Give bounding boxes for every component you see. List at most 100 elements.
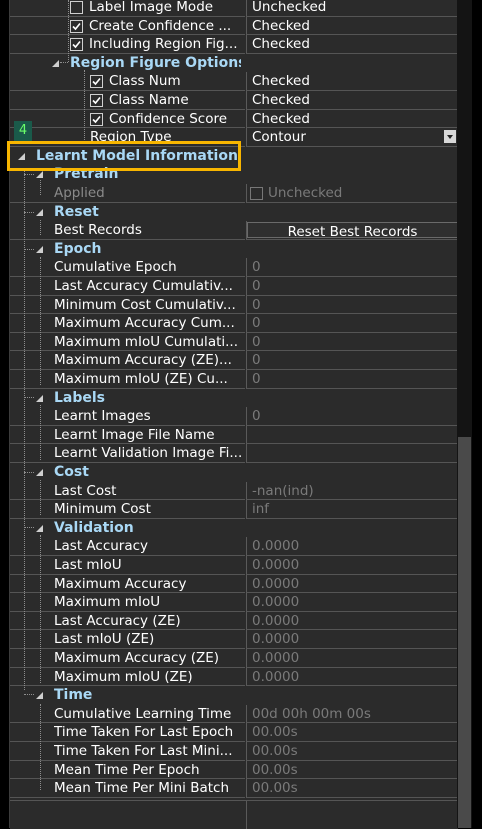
property-row[interactable]: Mean Time Per Epoch 00.00s [10, 760, 458, 780]
value-cell[interactable]: 0 [246, 295, 458, 315]
value-cell[interactable]: Unchecked [246, 0, 458, 17]
category-row[interactable]: Reset [10, 203, 458, 222]
name-cell: Mean Time Per Epoch [10, 761, 245, 780]
property-row[interactable]: Last Cost -nan(ind) [10, 481, 458, 501]
value-cell[interactable]: inf [246, 500, 458, 519]
property-grid: Label Image Mode Unchecked Create Confiden… [9, 0, 458, 829]
collapse-triangle-icon[interactable] [36, 208, 43, 216]
property-value: 0 [252, 371, 261, 387]
value-cell[interactable] [246, 425, 458, 445]
property-row[interactable]: Time Taken For Last Mini... 00.00s [10, 742, 458, 761]
value-cell[interactable]: -nan(ind) [246, 481, 458, 501]
property-row[interactable]: Cumulative Epoch 0 [10, 258, 458, 277]
collapse-triangle-icon[interactable] [36, 692, 43, 700]
value-cell[interactable]: 00.00s [246, 779, 458, 798]
value-cell[interactable]: 0.0000 [246, 556, 458, 575]
property-row[interactable]: Learnt Image File Name [10, 425, 458, 445]
property-row[interactable]: Confidence Score Checked [10, 109, 458, 129]
checkbox[interactable] [70, 19, 83, 33]
property-row[interactable]: Class Num Checked [10, 72, 458, 91]
value-cell[interactable]: Unchecked [246, 184, 458, 203]
property-row[interactable]: Applied Unchecked [10, 184, 458, 203]
checkbox[interactable] [90, 94, 103, 107]
value-cell[interactable]: 00.00s [246, 760, 458, 780]
value-cell[interactable]: 0 [246, 351, 458, 370]
value-cell[interactable]: Checked [246, 16, 458, 36]
value-cell[interactable]: 0.0000 [246, 574, 458, 594]
property-label: Last mIoU (ZE) [54, 631, 155, 648]
value-cell[interactable]: 0 [246, 258, 458, 277]
value-cell[interactable]: Checked [246, 35, 458, 54]
property-row[interactable]: Class Name Checked [10, 91, 458, 110]
property-row[interactable]: Last Accuracy 0.0000 [10, 537, 458, 556]
checkbox[interactable] [90, 75, 103, 89]
value-cell[interactable]: 0.0000 [246, 593, 458, 612]
property-row[interactable]: Last Accuracy Cumulativ... 0 [10, 277, 458, 296]
value-cell[interactable]: Reset Best Records [246, 221, 458, 240]
property-row[interactable]: Maximum Accuracy (ZE)... 0 [10, 351, 458, 370]
property-row[interactable]: Minimum Cost Cumulativ... 0 [10, 295, 458, 315]
value-cell[interactable]: Checked [246, 109, 458, 129]
value-cell[interactable]: 00.00s [246, 723, 458, 742]
property-row[interactable]: Minimum Cost inf [10, 500, 458, 519]
value-cell[interactable]: 0 [246, 277, 458, 296]
property-row[interactable]: Last mIoU (ZE) 0.0000 [10, 630, 458, 649]
value-cell[interactable] [246, 444, 458, 463]
collapse-triangle-icon[interactable] [36, 469, 43, 476]
property-row[interactable]: Last Accuracy (ZE) 0.0000 [10, 611, 458, 631]
property-row[interactable]: Maximum Accuracy 0.0000 [10, 574, 458, 594]
collapse-triangle-icon[interactable] [36, 394, 43, 402]
value-cell[interactable]: 0.0000 [246, 537, 458, 556]
property-label: Cumulative Learning Time [54, 705, 232, 722]
value-cell[interactable]: 0.0000 [246, 611, 458, 631]
property-row[interactable]: Learnt Images 0 [10, 407, 458, 426]
property-row[interactable]: Best Records Reset Best Records [10, 221, 458, 240]
property-row[interactable]: Maximum mIoU 0.0000 [10, 593, 458, 612]
value-cell[interactable]: Contour [246, 128, 458, 147]
property-row[interactable]: Last mIoU 0.0000 [10, 556, 458, 575]
value-cell[interactable]: 0.0000 [246, 649, 458, 668]
value-cell[interactable]: 0 [246, 370, 458, 389]
property-row[interactable]: Cumulative Learning Time 00d 00h 00m 00s [10, 704, 458, 724]
collapse-triangle-icon[interactable] [36, 524, 43, 532]
category-row[interactable]: Cost [10, 463, 458, 482]
property-row[interactable]: Maximum mIoU (ZE) 0.0000 [10, 667, 458, 687]
value-cell[interactable]: 00d 00h 00m 00s [246, 704, 458, 724]
value-cell[interactable]: 0 [246, 332, 458, 352]
property-row[interactable]: Maximum mIoU Cumulati... 0 [10, 332, 458, 352]
property-value: Checked [252, 73, 310, 90]
checkbox[interactable] [70, 38, 83, 52]
collapse-triangle-icon[interactable] [52, 59, 59, 67]
scrollbar-thumb[interactable] [458, 437, 471, 828]
value-cell[interactable]: 0 [246, 314, 458, 333]
value-cell[interactable]: 0 [246, 407, 458, 426]
property-row[interactable]: Create Confidence ... Checked [10, 16, 458, 36]
value-cell[interactable]: 00.00s [246, 742, 458, 761]
property-row[interactable]: Maximum Accuracy (ZE) 0.0000 [10, 649, 458, 668]
value-cell[interactable]: Checked [246, 91, 458, 110]
value-cell[interactable]: 0.0000 [246, 630, 458, 649]
collapse-triangle-icon[interactable] [36, 245, 43, 253]
checkbox[interactable] [70, 1, 83, 14]
reset-best-records-button[interactable]: Reset Best Records [247, 222, 458, 240]
category-row[interactable]: Epoch [10, 240, 458, 259]
property-row[interactable]: Maximum mIoU (ZE) Cu... 0 [10, 370, 458, 389]
checkbox[interactable] [90, 112, 103, 126]
property-row[interactable]: Learnt Validation Image Fi... [10, 444, 458, 463]
collapse-triangle-icon[interactable] [36, 171, 43, 179]
property-row[interactable]: Including Region Fig... Checked [10, 35, 458, 54]
value-cell[interactable]: 0.0000 [246, 667, 458, 687]
category-row[interactable]: Region Figure Options [10, 54, 458, 73]
property-row[interactable]: Maximum Accuracy Cum... 0 [10, 314, 458, 333]
property-row[interactable]: Time Taken For Last Epoch 00.00s [10, 723, 458, 742]
name-cell: Minimum Cost [10, 500, 245, 519]
name-cell: Region Figure Options [10, 54, 245, 73]
category-row[interactable]: Time [10, 686, 458, 705]
property-row[interactable]: Mean Time Per Mini Batch 00.00s [10, 779, 458, 798]
property-label: Cumulative Epoch [54, 259, 177, 276]
property-row[interactable]: Label Image Mode Unchecked [10, 0, 458, 17]
category-row[interactable]: Validation [10, 519, 458, 538]
category-row[interactable]: Labels [10, 389, 458, 408]
chevron-down-icon[interactable] [444, 130, 456, 144]
value-cell[interactable]: Checked [246, 72, 458, 91]
